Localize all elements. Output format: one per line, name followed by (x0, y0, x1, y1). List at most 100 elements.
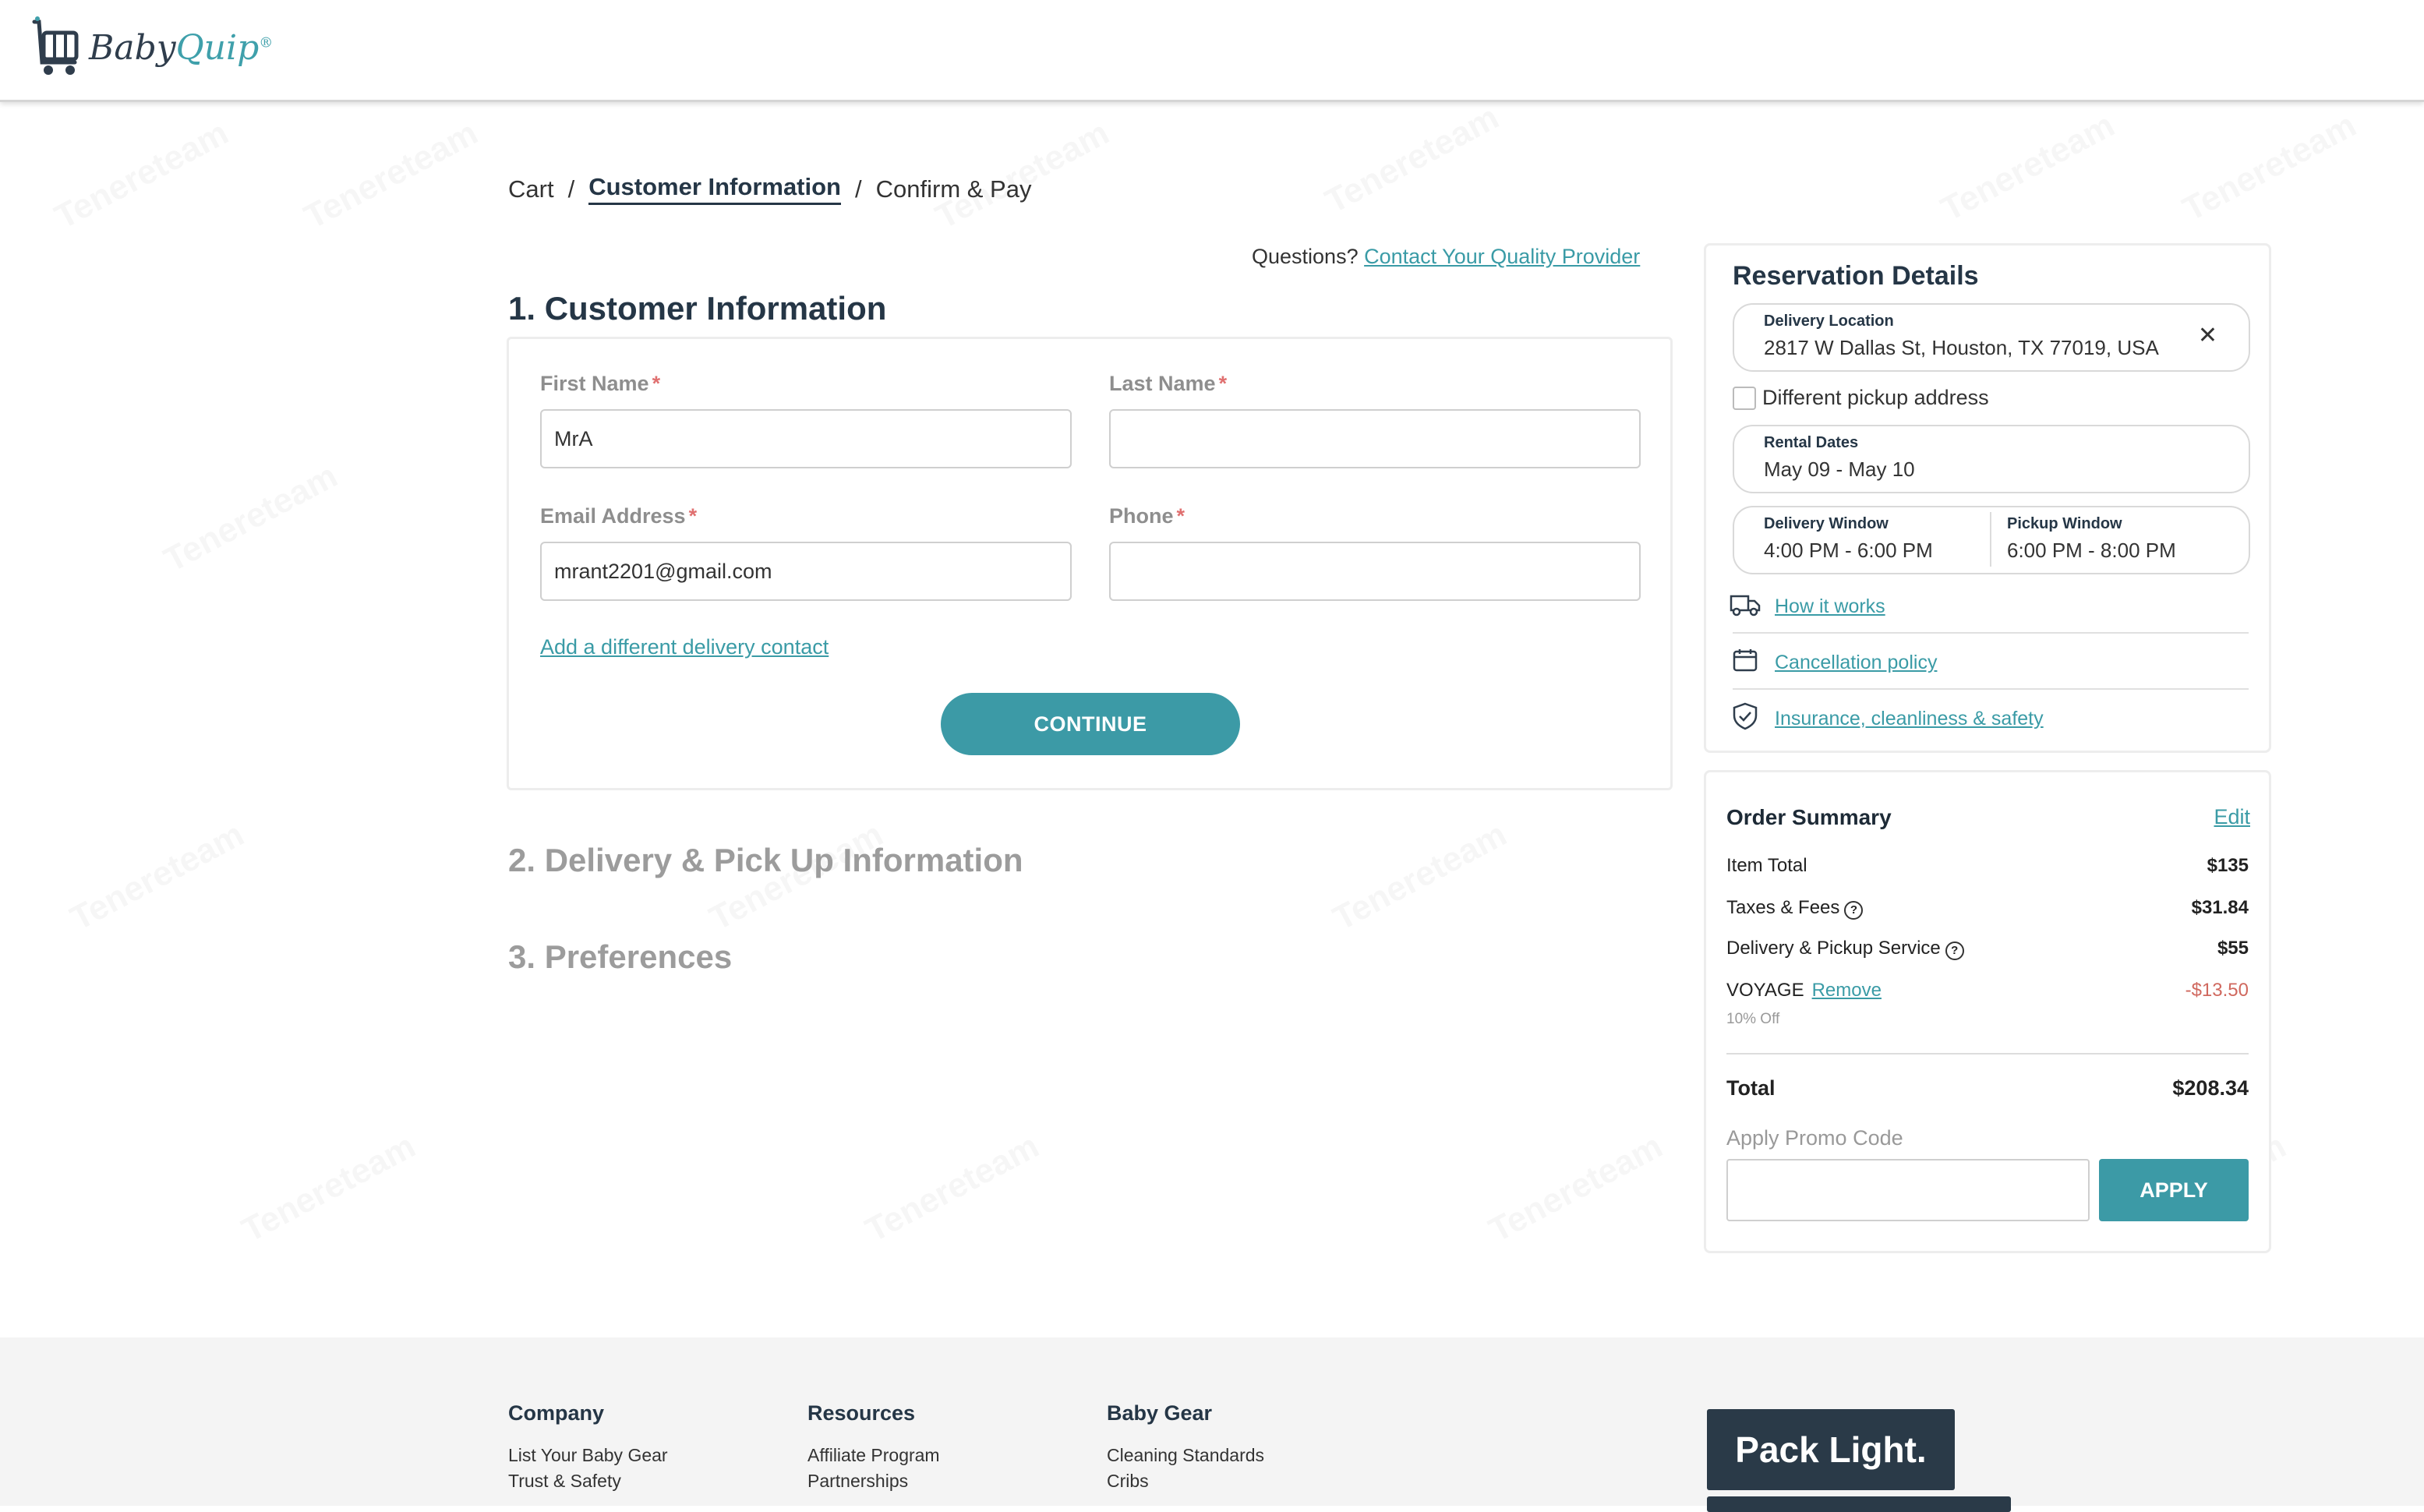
delivery-service-label: Delivery & Pickup Service (1726, 938, 1941, 959)
order-summary-title: Order Summary (1726, 805, 1892, 829)
item-total-row: Item Total $135 (1726, 855, 2249, 877)
watermark-text: Tenereteam (1935, 106, 2122, 230)
footer-company-column: Company List Your Baby Gear Trust & Safe… (508, 1401, 668, 1494)
delivery-window-value: 4:00 PM - 6:00 PM (1764, 539, 1933, 562)
taxes-fees-label: Taxes & Fees (1726, 897, 1840, 918)
contact-provider-link[interactable]: Contact Your Quality Provider (1364, 245, 1640, 268)
watermark-text: Tenereteam (1483, 1127, 1670, 1251)
babyquip-logo[interactable]: BabyQuip® (30, 16, 273, 80)
order-summary-card: Order Summary Edit Item Total $135 Taxes… (1704, 770, 2271, 1253)
breadcrumb-cart[interactable]: Cart (508, 175, 554, 203)
questions-prefix: Questions? (1252, 245, 1359, 268)
insurance-safety-row: Insurance, cleanliness & safety (1730, 702, 2044, 736)
rental-dates-value: May 09 - May 10 (1764, 457, 1915, 481)
section-delivery-pickup[interactable]: 2. Delivery & Pick Up Information (508, 842, 1023, 879)
total-value: $208.34 (2172, 1076, 2249, 1100)
taxes-fees-value: $31.84 (2191, 897, 2249, 918)
how-it-works-link[interactable]: How it works (1775, 595, 1885, 618)
cancellation-policy-link[interactable]: Cancellation policy (1775, 652, 1937, 674)
footer-link[interactable]: List Your Baby Gear (508, 1443, 668, 1468)
footer-baby-gear-column: Baby Gear Cleaning Standards Cribs (1107, 1401, 1264, 1494)
promo-note: 10% Off (1726, 1011, 1780, 1027)
banner-strip (1707, 1496, 2011, 1512)
total-row: Total $208.34 (1726, 1076, 2249, 1100)
promo-code-input[interactable] (1726, 1159, 2090, 1221)
breadcrumb-separator: / (855, 175, 862, 203)
first-name-label: First Name * (540, 372, 661, 395)
delivery-service-value: $55 (2217, 938, 2249, 959)
promo-applied-row: VOYAGE Remove -$13.50 (1726, 980, 2249, 1002)
insurance-safety-link[interactable]: Insurance, cleanliness & safety (1775, 708, 2044, 730)
different-pickup-row[interactable]: Different pickup address (1733, 386, 1989, 410)
pack-light-banner[interactable]: Pack Light. (1707, 1409, 1955, 1490)
watermark-text: Tenereteam (49, 114, 235, 238)
delivery-location-field[interactable]: Delivery Location 2817 W Dallas St, Hous… (1733, 303, 2250, 372)
shield-check-icon (1730, 702, 1761, 736)
taxes-fees-row: Taxes & Fees? $31.84 (1726, 897, 2249, 920)
divider (1726, 1053, 2249, 1055)
footer-resources-column: Resources Affiliate Program Partnerships (807, 1401, 940, 1494)
time-windows-field[interactable]: Delivery Window 4:00 PM - 6:00 PM Pickup… (1733, 506, 2250, 574)
watermark-text: Tenereteam (1320, 98, 1506, 222)
pickup-window-label: Pickup Window (2007, 515, 2122, 532)
delivery-window-label: Delivery Window (1764, 515, 1889, 532)
section-customer-information: 1. Customer Information (508, 290, 887, 327)
rental-dates-label: Rental Dates (1764, 434, 1859, 451)
item-total-label: Item Total (1726, 855, 1807, 876)
watermark-text: Tenereteam (2177, 106, 2363, 230)
continue-button[interactable]: CONTINUE (941, 693, 1240, 755)
footer-link[interactable]: Cribs (1107, 1468, 1264, 1494)
watermark-text: Tenereteam (299, 114, 485, 238)
total-label: Total (1726, 1076, 1776, 1100)
footer-link[interactable]: Trust & Safety (508, 1468, 668, 1494)
promo-discount-value: -$13.50 (2185, 980, 2249, 1001)
breadcrumb-confirm-pay: Confirm & Pay (875, 175, 1032, 203)
help-icon[interactable]: ? (1844, 901, 1864, 920)
footer-link[interactable]: Partnerships (807, 1468, 940, 1494)
edit-order-link[interactable]: Edit (2214, 805, 2250, 829)
breadcrumb: Cart / Customer Information / Confirm & … (508, 173, 1031, 205)
delivery-service-row: Delivery & Pickup Service? $55 (1726, 938, 2249, 960)
email-input[interactable]: mrant2201@gmail.com (540, 542, 1072, 601)
remove-promo-link[interactable]: Remove (1812, 980, 1882, 1001)
delivery-location-label: Delivery Location (1764, 313, 1894, 330)
promo-code: VOYAGE (1726, 980, 1804, 1001)
footer-baby-gear-title: Baby Gear (1107, 1401, 1213, 1425)
customer-info-form: First Name * MrA Last Name * Email Address… (507, 337, 1673, 790)
help-icon[interactable]: ? (1945, 941, 1964, 960)
phone-input[interactable] (1109, 542, 1641, 601)
watermark-text: Tenereteam (860, 1127, 1046, 1251)
different-pickup-checkbox[interactable] (1733, 386, 1756, 410)
reservation-details-card: Reservation Details Delivery Location 28… (1704, 243, 2271, 753)
rental-dates-field[interactable]: Rental Dates May 09 - May 10 (1733, 425, 2250, 493)
add-delivery-contact-link[interactable]: Add a different delivery contact (540, 635, 829, 659)
reservation-details-title: Reservation Details (1733, 261, 1979, 291)
cancellation-policy-row: Cancellation policy (1730, 648, 1937, 678)
section-preferences[interactable]: 3. Preferences (508, 938, 732, 976)
site-footer: Company List Your Baby Gear Trust & Safe… (0, 1337, 2424, 1512)
item-total-value: $135 (2207, 855, 2249, 876)
apply-promo-button[interactable]: APPLY (2099, 1159, 2249, 1221)
watermark-text: Tenereteam (236, 1127, 422, 1251)
footer-link[interactable]: Cleaning Standards (1107, 1443, 1264, 1468)
last-name-input[interactable] (1109, 409, 1641, 468)
phone-label: Phone * (1109, 504, 1185, 528)
footer-link[interactable]: Affiliate Program (807, 1443, 940, 1468)
email-label: Email Address * (540, 504, 698, 528)
window-divider (1990, 512, 1991, 567)
logo-wordmark: BabyQuip® (89, 28, 274, 68)
how-it-works-row: How it works (1730, 592, 1885, 622)
divider (1733, 688, 2249, 690)
close-icon[interactable]: ✕ (2198, 322, 2217, 349)
footer-company-title: Company (508, 1401, 605, 1425)
site-header: BabyQuip® (0, 0, 2424, 102)
different-pickup-label: Different pickup address (1762, 386, 1989, 409)
divider (1733, 632, 2249, 634)
promo-code-label: Apply Promo Code (1726, 1126, 1903, 1150)
truck-icon (1730, 592, 1761, 622)
breadcrumb-customer-information[interactable]: Customer Information (588, 173, 841, 205)
cart-logo-icon (30, 16, 81, 80)
calendar-icon (1730, 648, 1761, 678)
pickup-window-value: 6:00 PM - 8:00 PM (2007, 539, 2176, 562)
first-name-input[interactable]: MrA (540, 409, 1072, 468)
